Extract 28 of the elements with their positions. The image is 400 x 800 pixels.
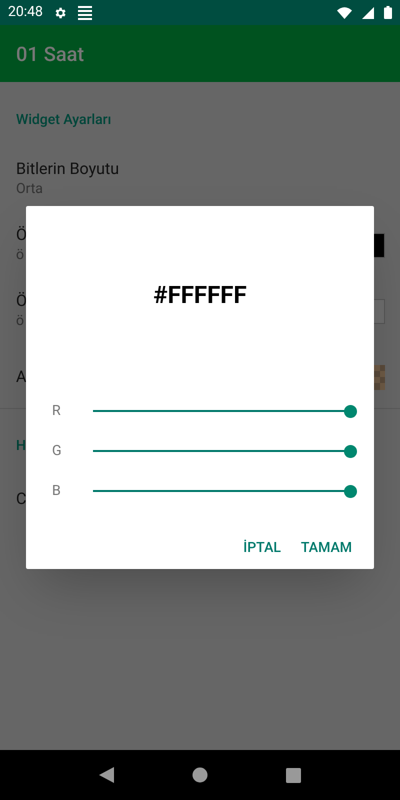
color-slider[interactable] (93, 484, 357, 498)
app-title: 01 Saat (16, 40, 84, 68)
color-slider[interactable] (93, 444, 357, 458)
channel-label: B (52, 482, 62, 500)
channel-label: R (52, 402, 62, 420)
setting-title[interactable]: Ö (16, 291, 28, 311)
setting-title[interactable]: Bitlerin Boyutu (16, 159, 120, 179)
slider-thumb[interactable] (344, 444, 356, 458)
back-icon[interactable] (99, 767, 114, 783)
signal-icon (362, 6, 374, 18)
home-icon[interactable] (192, 767, 208, 783)
wifi-icon (337, 6, 352, 18)
battery-icon (384, 6, 392, 19)
slider-thumb[interactable] (344, 484, 356, 498)
setting-title[interactable]: C (16, 489, 26, 509)
recents-icon[interactable] (286, 768, 301, 782)
notification-icon (76, 4, 93, 20)
section-header: H (16, 438, 26, 454)
color-hex-title: #FFFFFF (153, 281, 247, 309)
setting-title[interactable]: A (16, 367, 26, 387)
dialog-button[interactable]: TAMAM (292, 530, 360, 566)
slider-thumb[interactable] (344, 404, 356, 418)
section-header: Widget Ayarları (16, 112, 112, 128)
clock: 20:48 (8, 3, 43, 22)
channel-label: G (52, 442, 63, 460)
color-slider[interactable] (93, 404, 357, 418)
setting-title[interactable]: Ö (16, 225, 28, 245)
dialog-button[interactable]: İPTAL (235, 530, 289, 566)
